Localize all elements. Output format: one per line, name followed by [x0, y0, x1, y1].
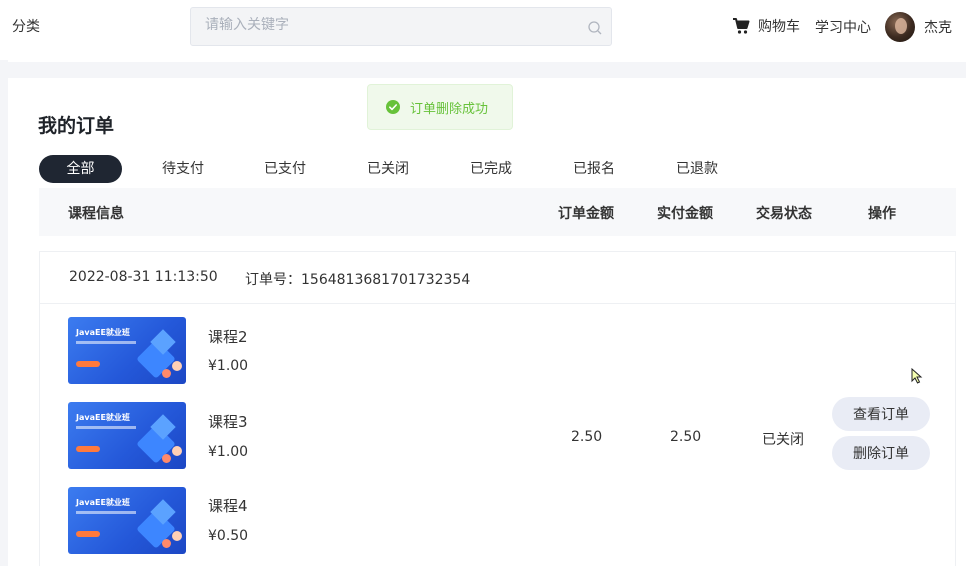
tab-paid[interactable]: 已支付 — [244, 155, 326, 183]
left-edge — [0, 60, 8, 566]
header-actions: 操作 — [868, 206, 896, 222]
cart-label: 购物车 — [758, 19, 800, 35]
tab-enrolled[interactable]: 已报名 — [532, 155, 656, 183]
header-order-amount: 订单金额 — [558, 206, 614, 222]
order-card: 2022-08-31 11:13:50 订单号：1564813681701732… — [39, 251, 956, 566]
study-center-link[interactable]: 学习中心 — [815, 17, 871, 37]
page-title: 我的订单 — [38, 115, 115, 137]
category-link[interactable]: 分类 — [12, 16, 40, 36]
search-box[interactable] — [190, 7, 612, 46]
username[interactable]: 杰克 — [924, 17, 952, 37]
thumb-title: JavaEE就业班 — [76, 328, 130, 337]
mouse-cursor-icon — [911, 368, 923, 384]
top-header: 分类 购物车 学习中心 杰克 — [0, 0, 966, 56]
order-tabs: 全部 待支付 已支付 已关闭 已完成 已报名 已退款 — [39, 155, 738, 183]
tab-all[interactable]: 全部 — [39, 155, 122, 183]
course-price: ¥0.50 — [208, 528, 249, 544]
tab-completed[interactable]: 已完成 — [450, 155, 532, 183]
order-number-value: 1564813681701732354 — [301, 272, 471, 288]
header-status: 交易状态 — [756, 206, 812, 222]
order-head: 2022-08-31 11:13:50 订单号：1564813681701732… — [40, 252, 955, 304]
tab-pending-payment[interactable]: 待支付 — [122, 155, 244, 183]
view-order-button[interactable]: 查看订单 — [832, 397, 930, 431]
course-thumbnail[interactable]: JavaEE就业班 — [68, 487, 188, 555]
order-amount: 2.50 — [571, 429, 603, 445]
course-image: JavaEE就业班 — [68, 402, 186, 469]
order-datetime: 2022-08-31 11:13:50 — [69, 269, 218, 285]
course-name[interactable]: 课程3 — [208, 411, 248, 432]
cart-icon — [733, 18, 750, 34]
thumb-title: JavaEE就业班 — [76, 498, 130, 507]
order-number-label: 订单号： — [245, 272, 301, 288]
header-paid-amount: 实付金额 — [657, 206, 713, 222]
table-header: 课程信息 订单金额 实付金额 交易状态 操作 — [39, 188, 956, 236]
order-status: 已关闭 — [762, 432, 804, 448]
paid-amount: 2.50 — [670, 429, 702, 445]
course-name[interactable]: 课程2 — [208, 326, 248, 347]
course-price: ¥1.00 — [208, 358, 249, 374]
success-toast: 订单删除成功 — [367, 84, 513, 130]
search-input[interactable] — [205, 17, 565, 33]
tab-closed[interactable]: 已关闭 — [326, 155, 450, 183]
course-thumbnail[interactable]: JavaEE就业班 — [68, 402, 188, 470]
course-name[interactable]: 课程4 — [208, 495, 248, 516]
header-divider — [8, 62, 966, 78]
thumb-title: JavaEE就业班 — [76, 413, 130, 422]
order-number: 订单号：1564813681701732354 — [245, 269, 470, 289]
delete-order-button[interactable]: 删除订单 — [832, 436, 930, 470]
cart-link[interactable]: 购物车 — [732, 16, 800, 36]
tab-refunded[interactable]: 已退款 — [656, 155, 738, 183]
course-price: ¥1.00 — [208, 444, 249, 460]
header-course-info: 课程信息 — [68, 206, 124, 222]
course-thumbnail[interactable]: JavaEE就业班 — [68, 317, 188, 385]
check-circle-icon — [386, 100, 400, 114]
toast-message: 订单删除成功 — [410, 101, 489, 117]
course-image: JavaEE就业班 — [68, 487, 186, 554]
course-image: JavaEE就业班 — [68, 317, 186, 384]
avatar[interactable] — [885, 12, 915, 42]
search-icon[interactable] — [587, 20, 603, 36]
